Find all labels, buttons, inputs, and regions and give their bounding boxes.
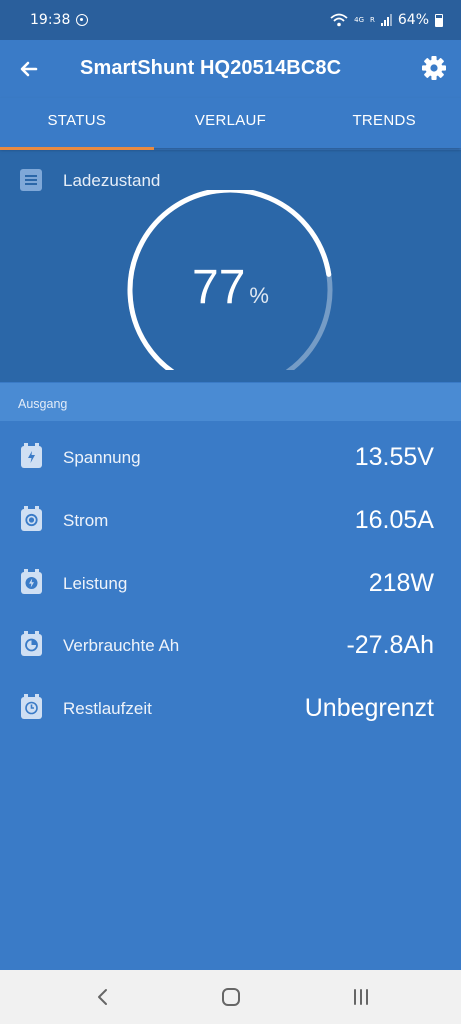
list-item-strom: Strom 16.05A xyxy=(0,489,461,552)
status-bar: 19:38 4G R 64% xyxy=(0,0,461,40)
clock: 19:38 xyxy=(30,12,71,28)
tab-bar: STATUS VERLAUF TRENDS xyxy=(0,98,461,150)
network-type: 4G xyxy=(354,15,364,24)
row-label: Spannung xyxy=(63,448,141,467)
section-header: Ausgang xyxy=(0,383,461,421)
list-item-leistung: Leistung 218W xyxy=(0,552,461,615)
soc-unit: % xyxy=(249,283,269,308)
list-item-restlaufzeit: Restlaufzeit Unbegrenzt xyxy=(0,677,461,740)
row-label: Strom xyxy=(63,510,109,530)
settings-gear-icon[interactable] xyxy=(419,53,449,83)
status-icons: 4G R 64% xyxy=(330,12,443,28)
list-item-spannung: Spannung 13.55V xyxy=(0,426,461,489)
current-battery-icon xyxy=(21,505,42,531)
row-value: 13.55V xyxy=(354,443,434,471)
tab-status[interactable]: STATUS xyxy=(0,98,154,150)
nav-home-icon[interactable] xyxy=(216,982,246,1012)
battery-percent: 64% xyxy=(397,12,429,28)
row-value: Unbegrenzt xyxy=(304,694,434,723)
tab-verlauf[interactable]: VERLAUF xyxy=(154,98,308,148)
lightning-battery-icon xyxy=(21,443,42,468)
row-label: Restlaufzeit xyxy=(63,699,152,719)
soc-value: 77 xyxy=(192,261,246,314)
back-arrow-icon[interactable] xyxy=(14,54,44,84)
app-bar: SmartShunt HQ20514BC8C xyxy=(0,40,461,98)
roaming-indicator: R xyxy=(370,15,375,24)
nav-back-icon[interactable] xyxy=(88,982,118,1012)
system-nav-bar xyxy=(0,970,461,1024)
power-battery-icon xyxy=(21,568,42,594)
row-value: 16.05A xyxy=(354,505,434,534)
measurement-list: Spannung 13.55V Strom 16.05A Leistung 21… xyxy=(0,426,461,740)
list-item-verbrauchte-ah: Verbrauchte Ah -27.8Ah xyxy=(0,614,461,677)
row-value: 218W xyxy=(368,568,434,597)
soc-label: Ladezustand xyxy=(63,171,161,190)
list-icon xyxy=(20,169,42,191)
clock-battery-icon xyxy=(21,694,42,720)
nav-recents-icon[interactable] xyxy=(346,982,376,1012)
tab-trends[interactable]: TRENDS xyxy=(307,98,461,148)
row-label: Leistung xyxy=(63,573,128,593)
row-value: -27.8Ah xyxy=(346,631,434,660)
section-label: Ausgang xyxy=(18,397,68,411)
soc-value-display: 77% xyxy=(0,260,461,315)
row-label: Verbrauchte Ah xyxy=(63,636,180,656)
consumed-battery-icon xyxy=(21,631,42,657)
wifi-icon xyxy=(330,13,348,27)
state-of-charge-panel: Ladezustand 77% xyxy=(0,150,461,382)
page-title: SmartShunt HQ20514BC8C xyxy=(80,57,342,79)
sync-icon xyxy=(76,14,89,26)
battery-icon xyxy=(435,13,443,27)
signal-icon xyxy=(380,14,392,26)
